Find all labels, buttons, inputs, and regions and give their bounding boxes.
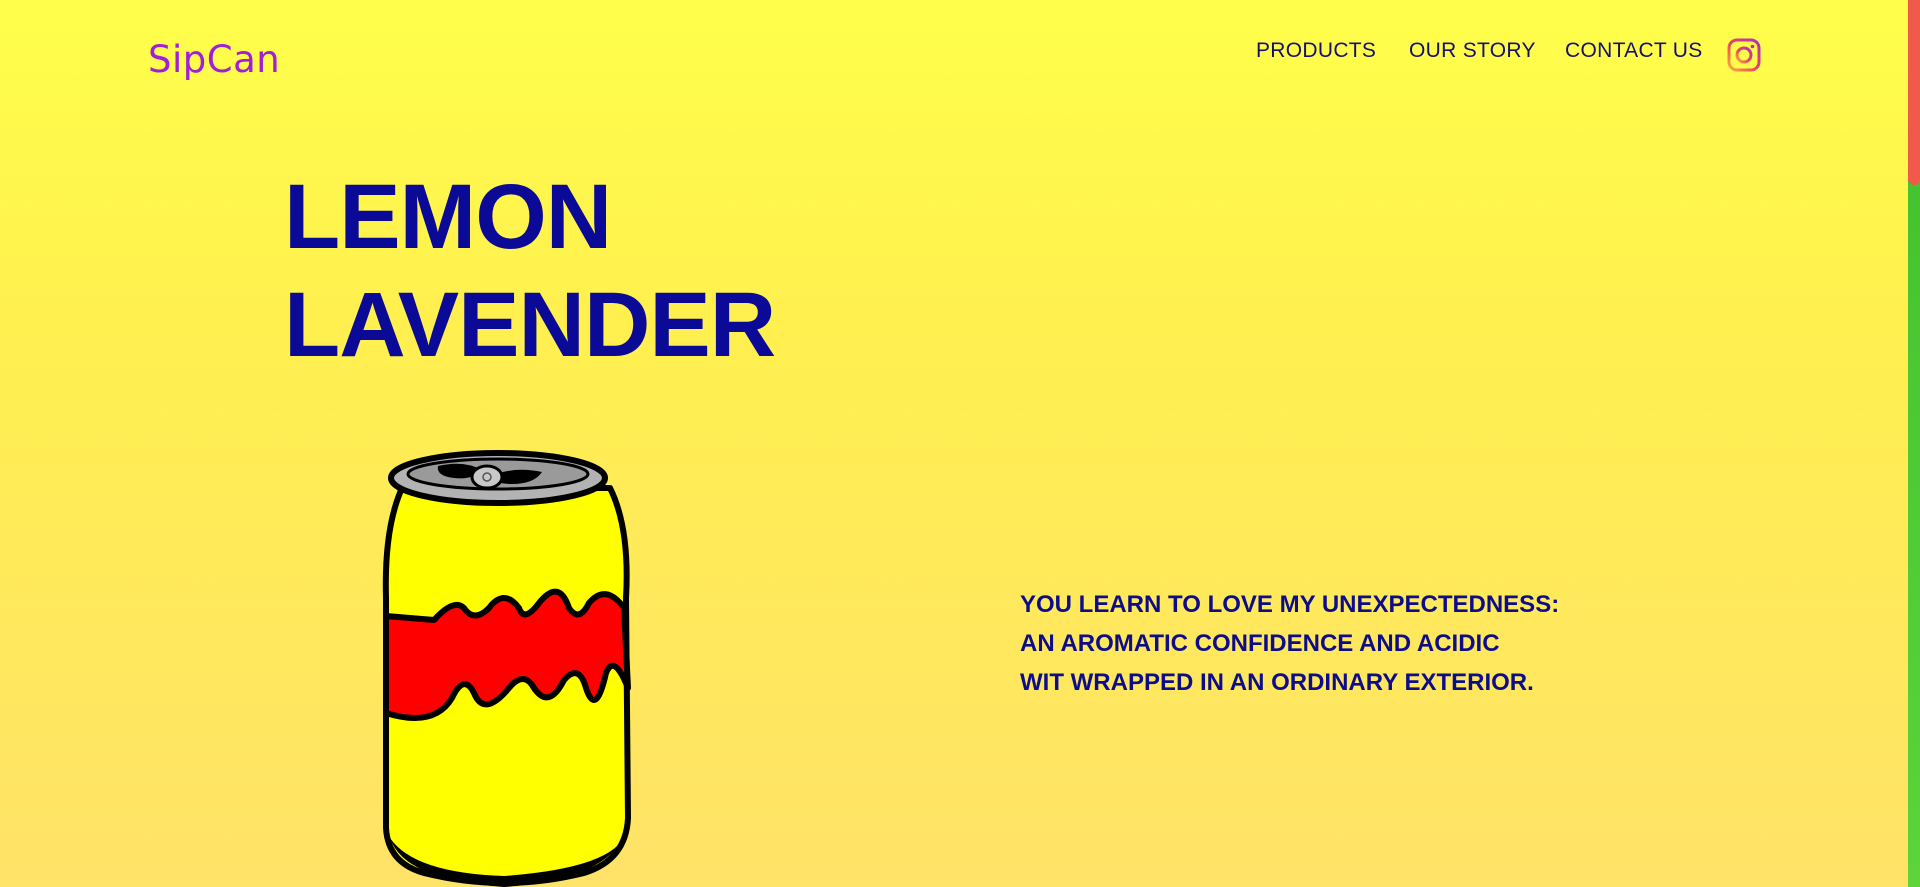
instagram-icon[interactable] — [1727, 38, 1761, 72]
brand-logo[interactable]: SipCan — [148, 38, 280, 81]
soda-can-illustration — [374, 448, 636, 887]
product-title-line2: LAVENDER — [284, 274, 776, 376]
page-scrollbar[interactable] — [1908, 0, 1920, 887]
nav-contact-us[interactable]: CONTACT US — [1565, 39, 1703, 63]
tagline-line: YOU LEARN TO LOVE MY UNEXPECTEDNESS: — [1020, 591, 1560, 618]
tagline-line: WIT WRAPPED IN AN ORDINARY EXTERIOR. — [1020, 669, 1534, 696]
tagline-line: AN AROMATIC CONFIDENCE AND ACIDIC — [1020, 630, 1500, 657]
product-tagline: YOU LEARN TO LOVE MY UNEXPECTEDNESS: AN … — [1020, 585, 1559, 702]
product-title: LEMON LAVENDER — [284, 163, 776, 379]
scrollbar-thumb[interactable] — [1908, 0, 1920, 185]
product-title-line1: LEMON — [284, 166, 612, 268]
nav-products[interactable]: PRODUCTS — [1256, 39, 1376, 63]
nav-our-story[interactable]: OUR STORY — [1409, 39, 1536, 63]
